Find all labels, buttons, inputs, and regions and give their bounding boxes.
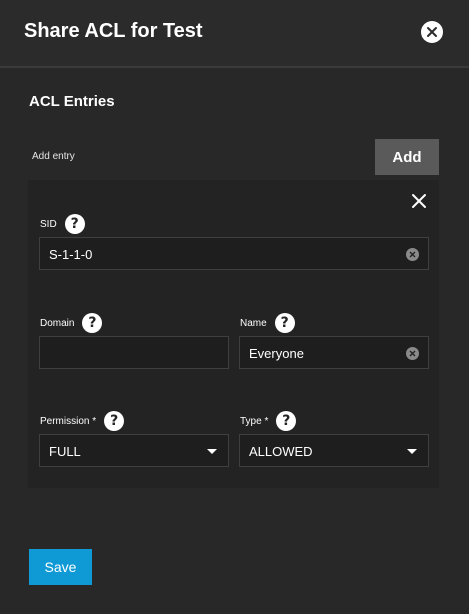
- remove-entry-icon[interactable]: [410, 192, 428, 210]
- type-select[interactable]: ALLOWED: [239, 434, 429, 467]
- name-value: Everyone: [249, 346, 304, 361]
- dialog-title: Share ACL for Test: [24, 20, 203, 42]
- permission-label: Permission *: [40, 415, 97, 427]
- domain-label-group: Domain ?: [40, 313, 103, 333]
- add-entry-label: Add entry: [32, 151, 75, 162]
- acl-entry-card: SID ? S-1-1-0 Domain ? Name ? Everyone P…: [28, 180, 439, 488]
- domain-input[interactable]: [39, 336, 229, 369]
- permission-value: FULL: [49, 444, 81, 459]
- type-label: Type *: [240, 415, 269, 427]
- permission-help-icon[interactable]: ?: [104, 411, 125, 431]
- clear-name-icon[interactable]: [406, 347, 419, 360]
- add-entry-button[interactable]: Add: [375, 139, 439, 175]
- sid-help-icon[interactable]: ?: [64, 214, 85, 234]
- dialog-header: Share ACL for Test: [0, 0, 469, 68]
- sid-label: SID: [40, 218, 57, 230]
- save-button[interactable]: Save: [29, 549, 92, 585]
- type-help-icon[interactable]: ?: [276, 411, 297, 431]
- name-input[interactable]: Everyone: [239, 336, 429, 369]
- chevron-down-icon[interactable]: [407, 449, 417, 454]
- domain-label: Domain: [40, 317, 75, 329]
- type-label-group: Type * ?: [240, 411, 297, 431]
- name-help-icon[interactable]: ?: [274, 313, 295, 333]
- share-acl-dialog: Share ACL for Test ACL Entries Add entry…: [0, 0, 469, 614]
- sid-input[interactable]: S-1-1-0: [39, 237, 429, 270]
- permission-label-group: Permission * ?: [40, 411, 125, 431]
- close-icon: [427, 27, 437, 37]
- name-label-group: Name ?: [240, 313, 295, 333]
- type-value: ALLOWED: [249, 444, 313, 459]
- clear-sid-icon[interactable]: [406, 248, 419, 261]
- sid-label-group: SID ?: [40, 214, 85, 234]
- close-dialog-button[interactable]: [421, 21, 443, 43]
- chevron-down-icon[interactable]: [207, 449, 217, 454]
- sid-value: S-1-1-0: [49, 247, 93, 262]
- name-label: Name: [240, 317, 267, 329]
- acl-entries-heading: ACL Entries: [29, 93, 115, 110]
- domain-help-icon[interactable]: ?: [82, 313, 103, 333]
- permission-select[interactable]: FULL: [39, 434, 229, 467]
